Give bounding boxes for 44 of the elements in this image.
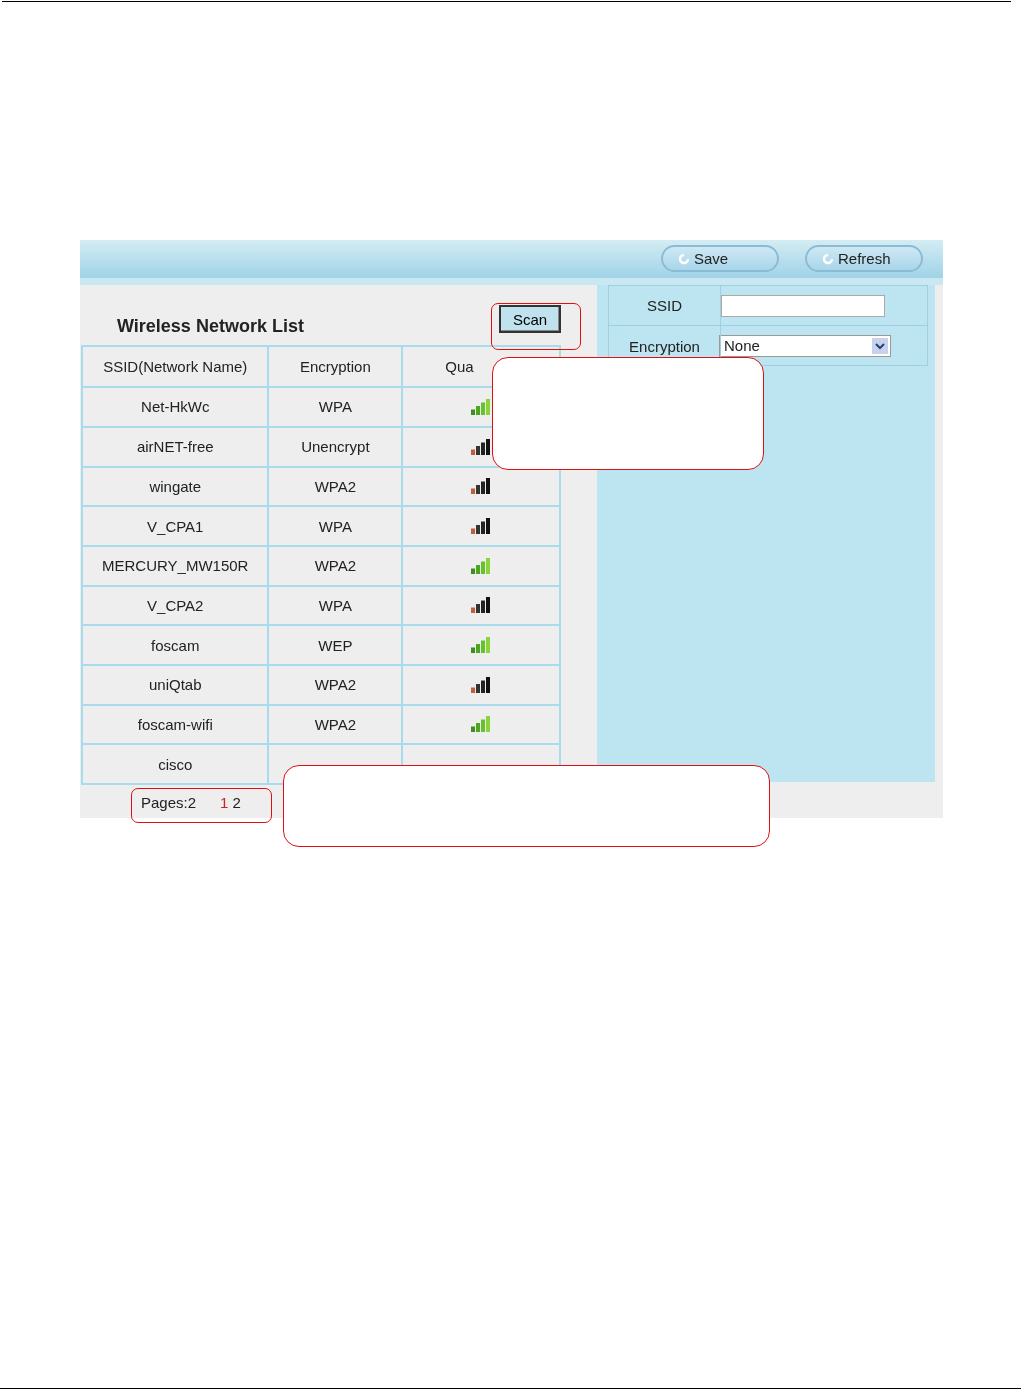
dropdown-icon: [872, 337, 888, 354]
toolbar-button[interactable]: Save: [661, 245, 779, 273]
ssid-field[interactable]: [721, 294, 885, 317]
table-cell: cisco: [82, 744, 269, 784]
table-cell: Net-HkWc: [82, 387, 269, 427]
signal-icon: [471, 518, 492, 535]
table-cell: foscam: [82, 625, 269, 665]
list-title: Wireless Network List: [117, 316, 304, 338]
table-cell: Unencrypt: [301, 438, 370, 456]
table-cell: wingate: [82, 466, 269, 507]
table-cell: WPA2: [314, 477, 357, 495]
signal-icon: [471, 398, 492, 415]
table-cell: WPA: [318, 596, 352, 614]
column-header: Encryption: [268, 346, 403, 388]
page-link[interactable]: 2: [232, 794, 241, 811]
table-cell: V_CPA2: [82, 585, 269, 626]
table-cell: WPA2: [314, 676, 357, 694]
signal-icon: [471, 637, 492, 654]
pages-label: Pages:2: [141, 794, 197, 811]
table-cell: airNET-free: [82, 426, 269, 467]
signal-icon: [471, 557, 492, 574]
encryption-dropdown[interactable]: None: [719, 334, 891, 357]
signal-icon: [471, 438, 492, 455]
table-cell: WPA: [318, 517, 352, 535]
table-cell: WPA2: [314, 715, 357, 733]
table-cell: V_CPA1: [82, 506, 269, 546]
signal-icon: [471, 676, 492, 693]
toolbar-button[interactable]: Refresh: [805, 245, 923, 273]
table-cell: foscam-wifi: [82, 704, 269, 745]
table-cell: WPA2: [314, 557, 357, 575]
signal-icon: [471, 478, 492, 495]
table-cell: uniQtab: [82, 664, 269, 705]
table-cell: WPA: [318, 398, 352, 416]
field-label: SSID: [647, 297, 682, 315]
scan-button[interactable]: Scan: [499, 305, 561, 334]
table-cell: WEP: [318, 636, 353, 654]
refresh-icon: [677, 251, 691, 266]
refresh-icon: [821, 251, 835, 266]
field-label: Encryption: [629, 338, 700, 356]
page-link[interactable]: 1: [220, 794, 229, 811]
column-header: SSID(Network Name): [82, 346, 269, 388]
table-cell: MERCURY_MW150R: [82, 545, 269, 586]
signal-icon: [471, 716, 492, 733]
signal-icon: [471, 597, 492, 614]
